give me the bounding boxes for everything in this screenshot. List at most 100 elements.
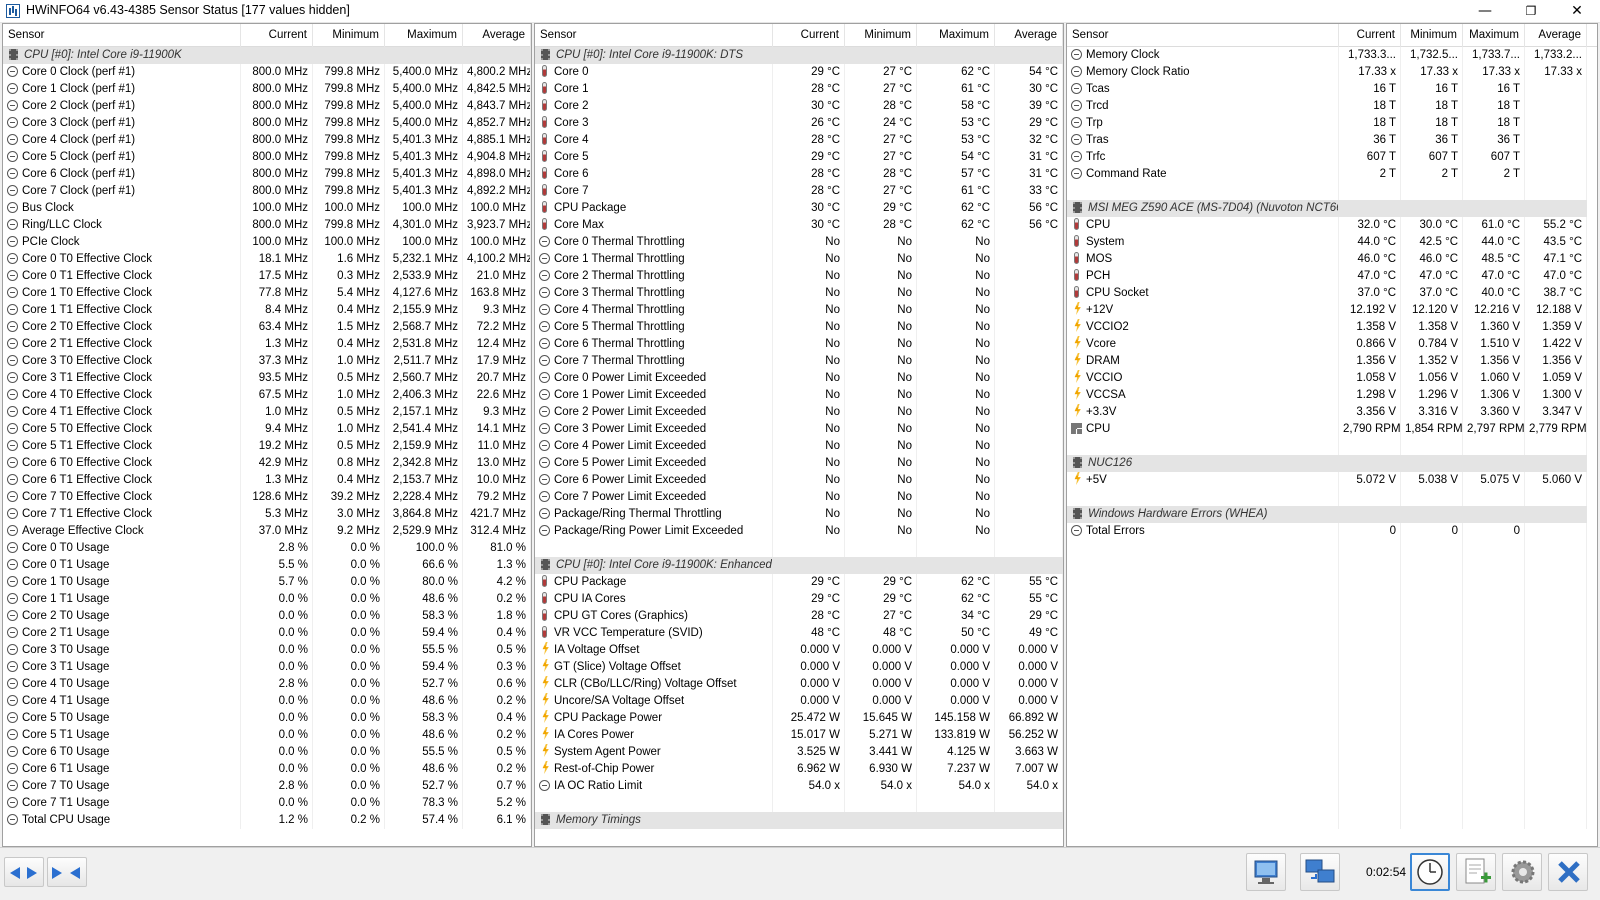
sensor-row[interactable]: Core 2 Thermal Throttling No No No <box>535 268 1063 285</box>
sensor-group-header[interactable]: CPU [#0]: Intel Core i9-11900K: DTS <box>535 47 1063 64</box>
sensor-row[interactable]: IA Cores Power 15.017 W 5.271 W 133.819 W 56… <box>535 727 1063 744</box>
sensor-row[interactable]: DRAM 1.356 V 1.352 V 1.356 V 1.356 V <box>1067 353 1597 370</box>
sensor-row[interactable]: Core 4 Power Limit Exceeded No No No <box>535 438 1063 455</box>
sensor-panel-1[interactable]: Sensor Current Minimum Maximum Average CPU [#… <box>2 23 532 847</box>
sensor-row[interactable]: Core 7 Thermal Throttling No No No <box>535 353 1063 370</box>
sensor-row[interactable]: Core 7 Clock (perf #1) 800.0 MHz 799.8 MHz… <box>3 183 531 200</box>
sensor-row[interactable]: VCCIO 1.058 V 1.056 V 1.060 V 1.059 V <box>1067 370 1597 387</box>
sensor-row[interactable]: Total CPU Usage 1.2 % 0.2 % 57.4 % 6.1 % <box>3 812 531 829</box>
minimize-button[interactable]: — <box>1462 0 1508 23</box>
sensor-row[interactable]: Core 0 T1 Usage 5.5 % 0.0 % 66.6 % 1.3 % <box>3 557 531 574</box>
sensor-row[interactable]: Core 2 30 °C 28 °C 58 °C 39 °C <box>535 98 1063 115</box>
sensor-row[interactable]: Core 5 T1 Effective Clock 19.2 MHz 0.5 MHz… <box>3 438 531 455</box>
sensor-row[interactable]: Core 2 T0 Usage 0.0 % 0.0 % 58.3 % 1.8 % <box>3 608 531 625</box>
sensor-row[interactable]: CLR (CBo/LLC/Ring) Voltage Offset 0.000 V… <box>535 676 1063 693</box>
sensor-row[interactable]: Package/Ring Power Limit Exceeded No No No <box>535 523 1063 540</box>
sensor-row[interactable]: Core 1 T1 Usage 0.0 % 0.0 % 48.6 % 0.2 % <box>3 591 531 608</box>
sensor-row[interactable]: Core 1 Thermal Throttling No No No <box>535 251 1063 268</box>
sensor-row[interactable]: Core 5 Clock (perf #1) 800.0 MHz 799.8 MHz… <box>3 149 531 166</box>
sensor-row[interactable]: Trcd 18 T 18 T 18 T <box>1067 98 1597 115</box>
column-header-current[interactable]: Current <box>1339 24 1401 47</box>
sensor-row[interactable]: CPU Package 29 °C 29 °C 62 °C 55 °C <box>535 574 1063 591</box>
column-header-minimum[interactable]: Minimum <box>313 24 385 47</box>
sensor-row[interactable]: Core 4 Thermal Throttling No No No <box>535 302 1063 319</box>
sensor-group-header[interactable]: MSI MEG Z590 ACE (MS-7D04) (Nuvoton NCT6… <box>1067 200 1597 217</box>
sensor-row[interactable]: Core 2 Power Limit Exceeded No No No <box>535 404 1063 421</box>
sensor-row[interactable]: Core 0 Thermal Throttling No No No <box>535 234 1063 251</box>
sensor-group-header[interactable]: Windows Hardware Errors (WHEA) <box>1067 506 1597 523</box>
sensor-row[interactable]: Trfc 607 T 607 T 607 T <box>1067 149 1597 166</box>
sensor-row[interactable]: Core 5 29 °C 27 °C 54 °C 31 °C <box>535 149 1063 166</box>
sensor-row[interactable]: CPU Package Power 25.472 W 15.645 W 145.158… <box>535 710 1063 727</box>
sensor-row[interactable]: Core 1 Power Limit Exceeded No No No <box>535 387 1063 404</box>
sensor-row[interactable]: Core 2 Clock (perf #1) 800.0 MHz 799.8 MHz… <box>3 98 531 115</box>
sensor-row[interactable]: Core 0 T0 Usage 2.8 % 0.0 % 100.0 % 81.0 % <box>3 540 531 557</box>
sensor-row[interactable]: +5V 5.072 V 5.038 V 5.075 V 5.060 V <box>1067 472 1597 489</box>
sensor-row[interactable]: Core 1 28 °C 27 °C 61 °C 30 °C <box>535 81 1063 98</box>
sensor-row[interactable]: +3.3V 3.356 V 3.316 V 3.360 V 3.347 V <box>1067 404 1597 421</box>
sensor-row[interactable]: Core 1 T1 Effective Clock 8.4 MHz 0.4 MHz 2… <box>3 302 531 319</box>
sensor-row[interactable]: Core 6 28 °C 28 °C 57 °C 31 °C <box>535 166 1063 183</box>
sensor-row[interactable]: Core 4 T1 Usage 0.0 % 0.0 % 48.6 % 0.2 % <box>3 693 531 710</box>
maximize-button[interactable]: ❐ <box>1508 0 1554 23</box>
sensor-row[interactable]: Core 6 T1 Usage 0.0 % 0.0 % 48.6 % 0.2 % <box>3 761 531 778</box>
sensor-row[interactable]: +12V 12.192 V 12.120 V 12.216 V 12.188 V <box>1067 302 1597 319</box>
sensor-row[interactable]: PCH 47.0 °C 47.0 °C 47.0 °C 47.0 °C <box>1067 268 1597 285</box>
sensor-row[interactable]: Core 4 Clock (perf #1) 800.0 MHz 799.8 MHz… <box>3 132 531 149</box>
settings-button[interactable] <box>1502 853 1542 891</box>
sensor-row[interactable]: Core 6 T0 Effective Clock 42.9 MHz 0.8 MHz… <box>3 455 531 472</box>
sensor-row[interactable]: CPU GT Cores (Graphics) 28 °C 27 °C 34 °C 29… <box>535 608 1063 625</box>
sensor-row[interactable]: CPU Socket 37.0 °C 37.0 °C 40.0 °C 38.7 °C <box>1067 285 1597 302</box>
sensor-row[interactable]: Core 5 T1 Usage 0.0 % 0.0 % 48.6 % 0.2 % <box>3 727 531 744</box>
sensor-row[interactable]: Core 5 Power Limit Exceeded No No No <box>535 455 1063 472</box>
sensor-row[interactable]: Uncore/SA Voltage Offset 0.000 V 0.000 V 0.… <box>535 693 1063 710</box>
sensor-row[interactable]: Core 0 T1 Effective Clock 17.5 MHz 0.3 MHz… <box>3 268 531 285</box>
sensor-row[interactable]: Tcas 16 T 16 T 16 T <box>1067 81 1597 98</box>
sensor-row[interactable]: Core 0 Clock (perf #1) 800.0 MHz 799.8 MHz… <box>3 64 531 81</box>
sensor-row[interactable]: PCIe Clock 100.0 MHz 100.0 MHz 100.0 MHz 100… <box>3 234 531 251</box>
sensor-row[interactable]: Core 3 Power Limit Exceeded No No No <box>535 421 1063 438</box>
sensor-row[interactable]: Core 1 T0 Usage 5.7 % 0.0 % 80.0 % 4.2 % <box>3 574 531 591</box>
nav-back-forward-button[interactable] <box>4 857 44 887</box>
sensor-row[interactable]: Core 6 Power Limit Exceeded No No No <box>535 472 1063 489</box>
sensor-row[interactable]: Core 2 T1 Usage 0.0 % 0.0 % 59.4 % 0.4 % <box>3 625 531 642</box>
sensor-row[interactable]: Ring/LLC Clock 800.0 MHz 799.8 MHz 4,301.0 … <box>3 217 531 234</box>
network-computer-button[interactable] <box>1246 853 1286 891</box>
column-header-minimum[interactable]: Minimum <box>1401 24 1463 47</box>
sensor-row[interactable]: Core 7 T1 Usage 0.0 % 0.0 % 78.3 % 5.2 % <box>3 795 531 812</box>
sensor-row[interactable]: Package/Ring Thermal Throttling No No No <box>535 506 1063 523</box>
sensor-row[interactable]: Core 7 28 °C 27 °C 61 °C 33 °C <box>535 183 1063 200</box>
column-header-minimum[interactable]: Minimum <box>845 24 917 47</box>
sensor-row[interactable]: Core 3 T0 Usage 0.0 % 0.0 % 55.5 % 0.5 % <box>3 642 531 659</box>
column-header-maximum[interactable]: Maximum <box>917 24 995 47</box>
sensor-row[interactable]: Core 7 Power Limit Exceeded No No No <box>535 489 1063 506</box>
sensor-row[interactable]: Core 3 26 °C 24 °C 53 °C 29 °C <box>535 115 1063 132</box>
sensor-row[interactable]: Core 0 29 °C 27 °C 62 °C 54 °C <box>535 64 1063 81</box>
sensor-row[interactable]: CPU 32.0 °C 30.0 °C 61.0 °C 55.2 °C <box>1067 217 1597 234</box>
close-button[interactable]: ✕ <box>1554 0 1600 23</box>
column-header-average[interactable]: Average <box>995 24 1063 47</box>
column-header-maximum[interactable]: Maximum <box>385 24 463 47</box>
nav-collapse-button[interactable] <box>47 857 87 887</box>
sensor-row[interactable]: Core 7 T0 Effective Clock 128.6 MHz 39.2 M… <box>3 489 531 506</box>
sensor-row[interactable]: Core 2 T0 Effective Clock 63.4 MHz 1.5 MHz… <box>3 319 531 336</box>
sensor-row[interactable]: Rest-of-Chip Power 6.962 W 6.930 W 7.237 W7… <box>535 761 1063 778</box>
sensor-row[interactable]: Core 2 T1 Effective Clock 1.3 MHz 0.4 MHz 2… <box>3 336 531 353</box>
column-header-average[interactable]: Average <box>463 24 531 47</box>
sensor-row[interactable]: Bus Clock 100.0 MHz 100.0 MHz 100.0 MHz 100.… <box>3 200 531 217</box>
column-header-sensor[interactable]: Sensor <box>3 24 241 47</box>
sensor-row[interactable]: Core 4 T1 Effective Clock 1.0 MHz 0.5 MHz 2… <box>3 404 531 421</box>
sensor-row[interactable]: Core 1 Clock (perf #1) 800.0 MHz 799.8 MHz… <box>3 81 531 98</box>
column-header-maximum[interactable]: Maximum <box>1463 24 1525 47</box>
sensor-row[interactable]: Vcore 0.866 V 0.784 V 1.510 V 1.422 V <box>1067 336 1597 353</box>
sensor-row[interactable]: Core Max 30 °C 28 °C 62 °C 56 °C <box>535 217 1063 234</box>
sensor-row[interactable]: IA OC Ratio Limit 54.0 x 54.0 x 54.0 x 54.0 … <box>535 778 1063 795</box>
sensor-row[interactable]: Average Effective Clock 37.0 MHz 9.2 MHz 2,… <box>3 523 531 540</box>
sensor-group-header[interactable]: CPU [#0]: Intel Core i9-11900K <box>3 47 531 64</box>
sensor-row[interactable]: Core 5 T0 Effective Clock 9.4 MHz 1.0 MHz 2… <box>3 421 531 438</box>
sensor-row[interactable]: Core 7 T1 Effective Clock 5.3 MHz 3.0 MHz 3… <box>3 506 531 523</box>
sensor-row[interactable]: Trp 18 T 18 T 18 T <box>1067 115 1597 132</box>
sensor-row[interactable]: GT (Slice) Voltage Offset 0.000 V 0.000 V0… <box>535 659 1063 676</box>
sensor-row[interactable]: Command Rate 2 T2 T2 T <box>1067 166 1597 183</box>
sensor-panel-2[interactable]: Sensor Current Minimum Maximum Average CPU [#… <box>534 23 1064 847</box>
